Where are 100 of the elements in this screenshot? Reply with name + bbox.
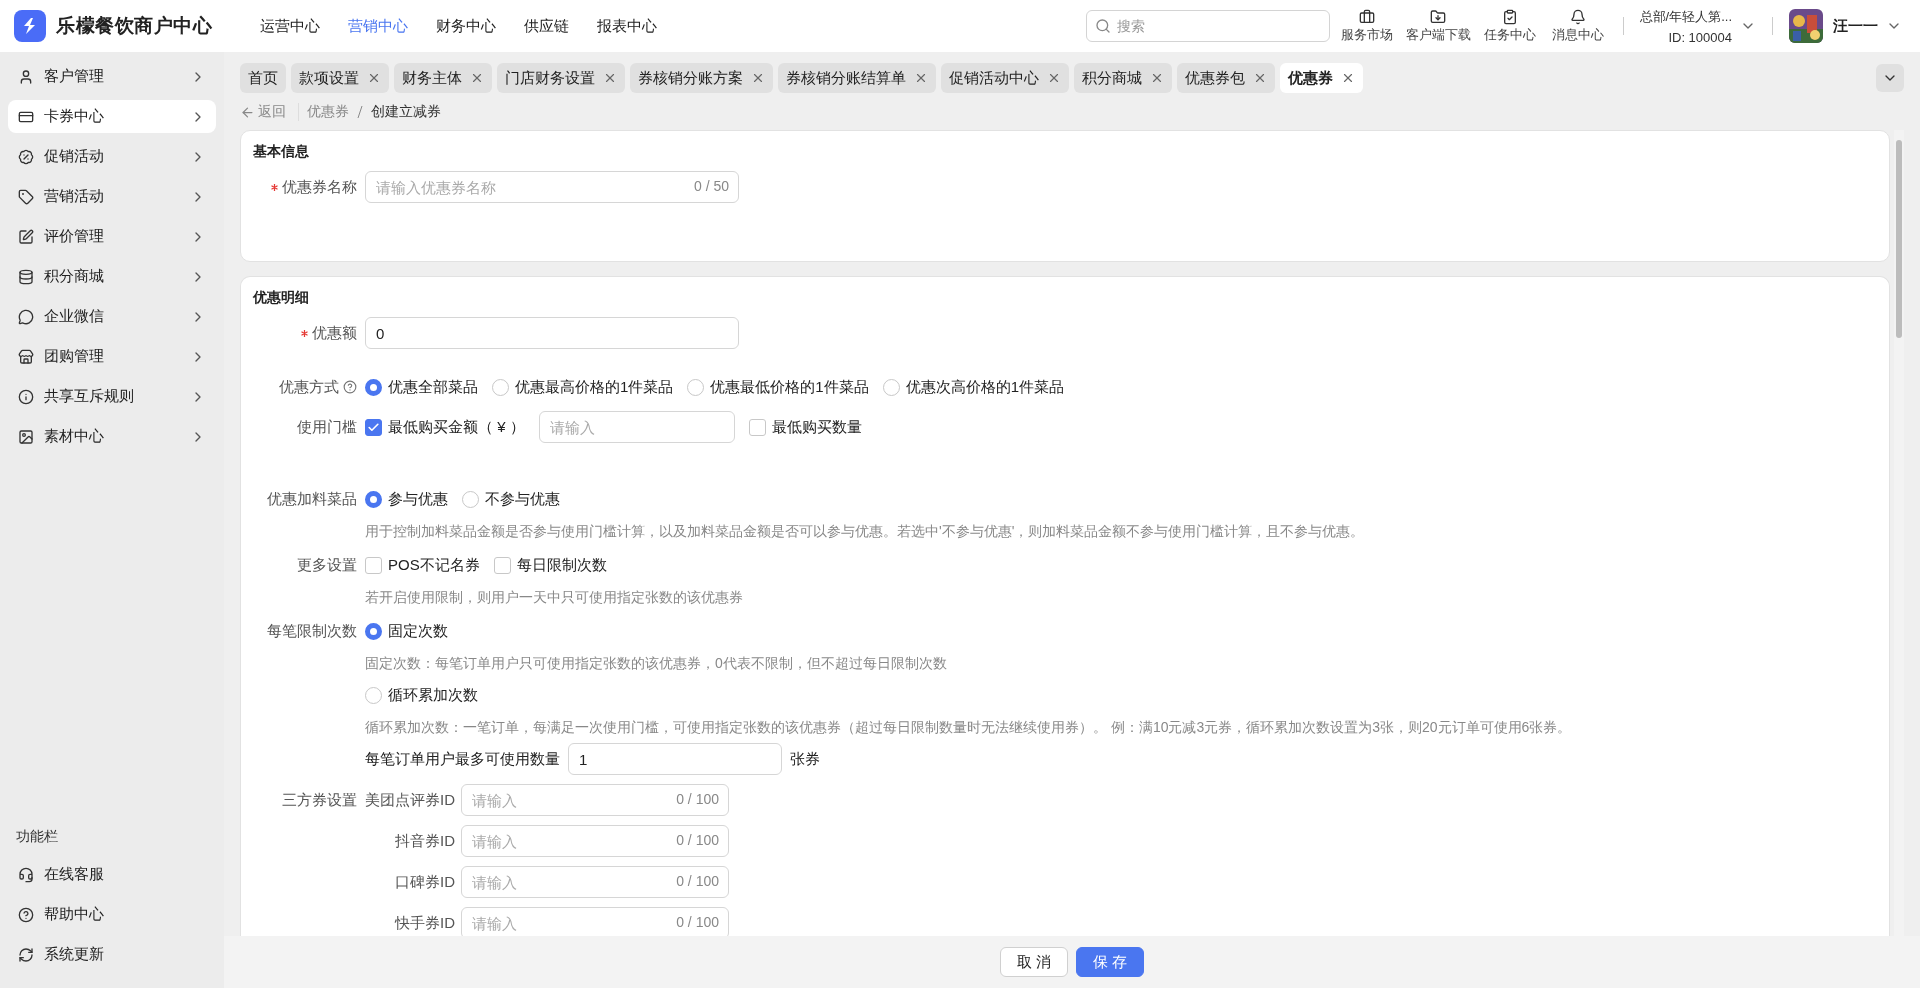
sidebar-item[interactable]: 企业微信 [8,300,216,333]
save-button[interactable]: 保 存 [1076,947,1145,977]
sidebar-item[interactable]: 卡券中心 [8,100,216,133]
info-icon [18,388,34,405]
radio-label: 优惠最低价格的1件菜品 [710,377,869,397]
badge-percent-icon [18,148,34,165]
sidebar-item[interactable]: 系统更新 [8,938,216,971]
sidebar-item[interactable]: 在线客服 [8,858,216,891]
close-icon[interactable] [1253,71,1267,85]
close-icon[interactable] [1150,71,1164,85]
app-title: 乐檬餐饮商户中心 [56,14,212,38]
radio-button[interactable] [365,686,382,704]
folder-download-icon [1430,8,1447,25]
checkbox-label: 最低购买金额（ ¥ ） [388,417,525,437]
field-label: 每笔订单用户最多可使用数量 [365,749,560,769]
input-field[interactable]: 0 [365,317,739,349]
slash-icon [357,106,363,118]
search-icon [1094,18,1111,34]
refresh-icon [18,946,34,963]
character-count: 0 / 100 [676,832,719,848]
radio-label: 优惠次高价格的1件菜品 [905,377,1065,397]
sidebar-item[interactable]: 促销活动 [8,140,216,173]
close-icon[interactable] [751,71,765,85]
radio-button[interactable] [365,378,382,396]
nav-item[interactable]: 运营中心 [260,16,320,36]
tab[interactable]: 门店财务设置 [497,63,625,93]
radio-button[interactable] [687,378,705,396]
tab[interactable]: 优惠券 [1280,63,1363,93]
checkbox-label: POS不记名券 [388,555,480,575]
toolbar-button[interactable]: 任务中心 [1480,8,1539,44]
character-count: 0 / 100 [676,914,719,930]
radio-button[interactable] [492,378,509,396]
tab[interactable]: 促销活动中心 [941,63,1069,93]
tab-menu-button[interactable] [1876,64,1904,92]
checkbox[interactable] [365,418,382,436]
tab[interactable]: 积分商城 [1074,63,1172,93]
clipboard-check-icon [1501,8,1518,25]
close-icon[interactable] [1341,71,1355,85]
user-name: 汪一一 [1833,16,1878,36]
toolbar-button[interactable]: 客户端下载 [1405,8,1471,44]
briefcase-icon [1358,8,1375,25]
sidebar-item[interactable]: 客户管理 [8,60,216,93]
nav-item[interactable]: 营销中心 [348,16,408,36]
hint-text: 用于控制加料菜品金额是否参与使用门槛计算，以及加料菜品金额是否可以参与优惠。若选中'不参与优惠'，则加料菜品金额不参与使用门槛计算，且不参与优惠。 [365,522,1366,541]
close-icon[interactable] [603,71,617,85]
close-icon[interactable] [914,71,928,85]
tab[interactable]: 财务主体 [394,63,492,93]
sidebar-item[interactable]: 团购管理 [8,340,216,373]
scrollbar[interactable] [1894,130,1904,936]
radio-label: 固定次数 [388,621,448,641]
field-label: 使用门槛 [297,417,357,437]
radio-label: 优惠全部菜品 [388,377,478,397]
input-field[interactable]: 1 [568,743,782,775]
sidebar-item[interactable]: 营销活动 [8,180,216,213]
field-label: 更多设置 [297,555,357,575]
field-label: 优惠加料菜品 [267,489,357,509]
radio-label: 优惠最高价格的1件菜品 [515,377,674,397]
toolbar-button[interactable]: 服务市场 [1337,8,1396,44]
checkbox[interactable] [365,556,382,574]
field-label: 优惠券名称 [282,177,357,197]
cancel-button[interactable]: 取 消 [999,947,1068,977]
field-label: 快手券ID [393,913,455,933]
toolbar-button[interactable]: 消息中心 [1548,8,1607,44]
close-icon[interactable] [470,71,484,85]
sidebar-item[interactable]: 积分商城 [8,260,216,293]
tab[interactable]: 首页 [240,63,286,93]
tab[interactable]: 券核销分账方案 [630,63,773,93]
tab[interactable]: 款项设置 [291,63,389,93]
character-count: 0 / 100 [676,791,719,807]
checkbox[interactable] [748,418,766,436]
radio-button[interactable] [365,622,382,640]
field-label: 口碑券ID [394,872,455,892]
nav-item[interactable]: 供应链 [524,16,569,36]
tab[interactable]: 优惠券包 [1177,63,1275,93]
org-name: 总部/年轻人第... [1639,7,1732,26]
close-icon[interactable] [1047,71,1061,85]
help-icon [18,906,34,923]
sidebar-item[interactable]: 评价管理 [8,220,216,253]
sidebar-item[interactable]: 素材中心 [8,420,216,453]
tab[interactable]: 券核销分账结算单 [778,63,936,93]
hint-text: 循环累加次数：一笔订单，每满足一次使用门槛，可使用指定张数的该优惠券（超过每日限制数量时无法继续使用券）。 例：满10元减3元券，循环累加次数设置为3张，则20元订单可使用6张券。 [365,718,1573,737]
radio-button[interactable] [882,378,900,396]
sidebar-item[interactable]: 帮助中心 [8,898,216,931]
nav-item[interactable]: 报表中心 [597,16,657,36]
checkbox-label: 最低购买数量 [771,417,862,437]
radio-button[interactable] [365,490,382,508]
store-icon [18,348,34,365]
radio-label: 参与优惠 [388,489,448,509]
logo-icon [14,10,46,42]
nav-item[interactable]: 财务中心 [436,16,496,36]
radio-button[interactable] [462,490,479,508]
help-icon[interactable] [343,380,357,394]
search-field[interactable]: 搜索 [1085,10,1330,42]
checkbox[interactable] [493,556,511,574]
breadcrumb-item: 创建立减券 [371,103,441,121]
user-icon [18,68,34,85]
section-title: 基本信息 [253,143,310,161]
close-icon[interactable] [367,71,381,85]
input-field[interactable]: 请输入 [538,411,735,443]
sidebar-item[interactable]: 共享互斥规则 [8,380,216,413]
